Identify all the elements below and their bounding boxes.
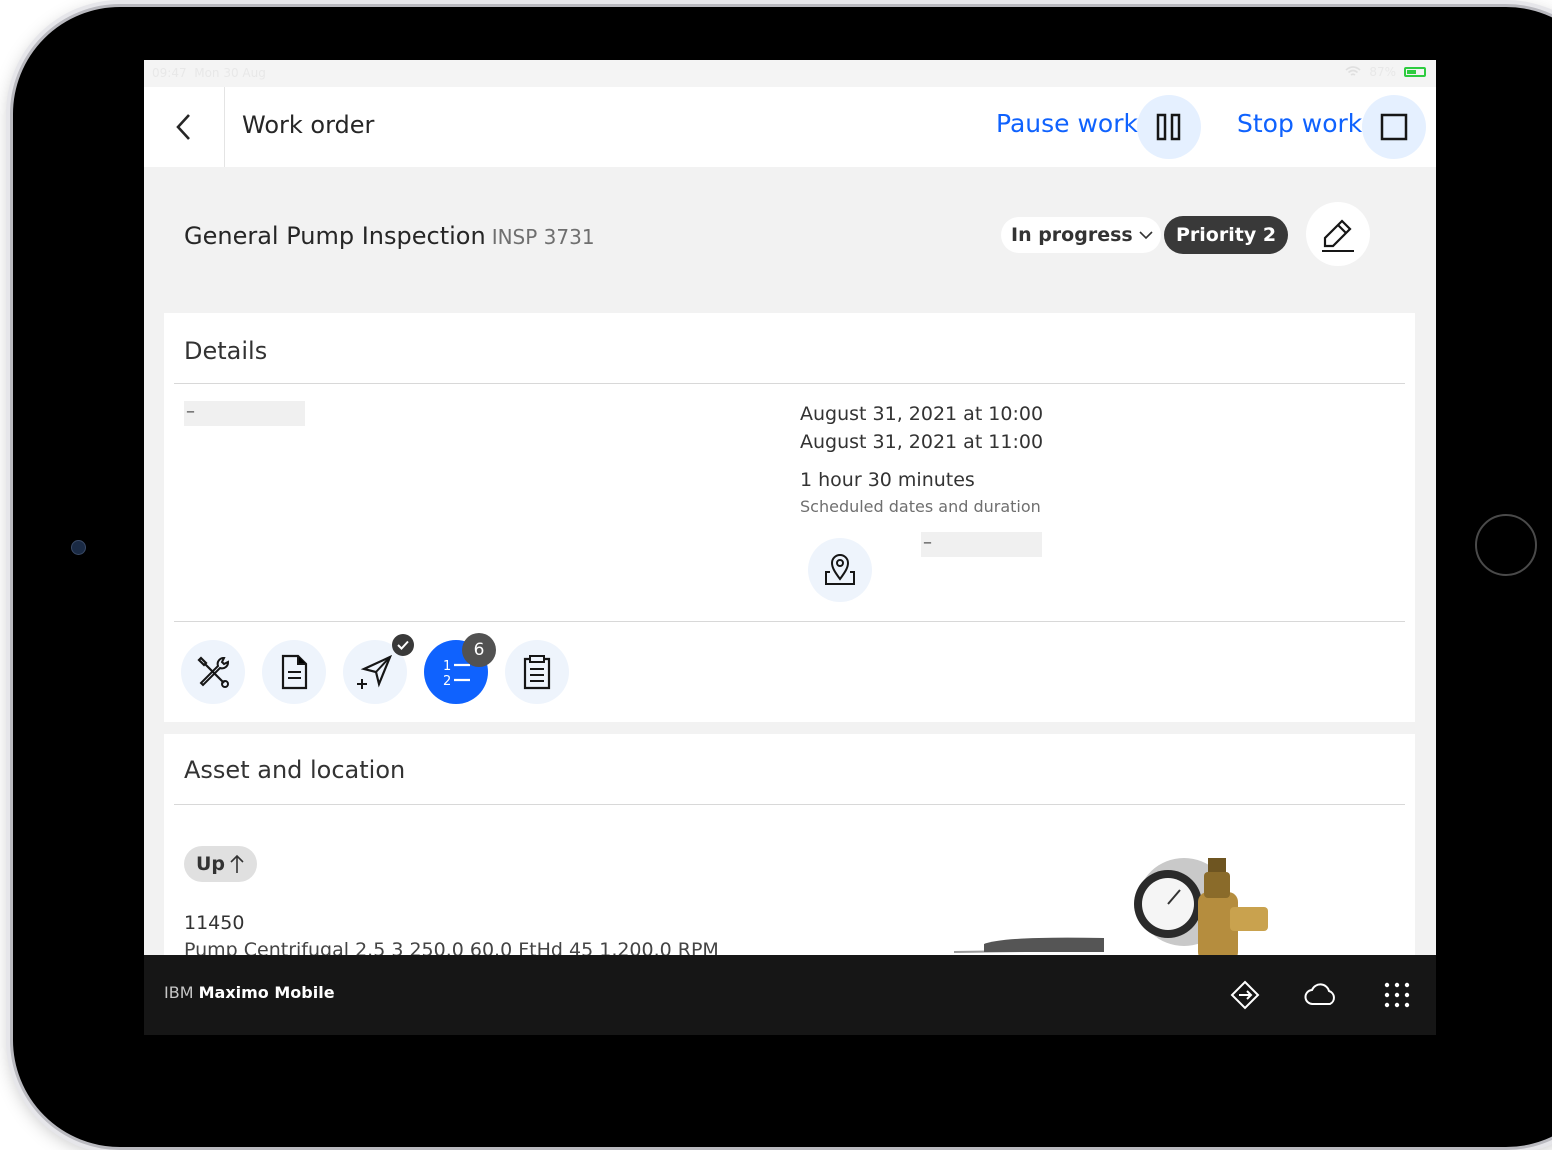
schedule-label: Scheduled dates and duration [800, 497, 1041, 516]
pause-work-button[interactable] [1137, 95, 1201, 159]
details-card: Details – August 31, 2021 at 10:00 Augus… [164, 313, 1415, 722]
bottom-bar: IBM Maximo Mobile [144, 955, 1436, 1035]
app-switcher-button[interactable] [1377, 975, 1417, 1015]
pump-image [954, 858, 1268, 962]
reports-button[interactable] [505, 640, 569, 704]
edit-button[interactable] [1306, 202, 1370, 266]
send-location-icon [357, 654, 393, 689]
status-bar: 09:47 Mon 30 Aug 87% [144, 60, 1436, 87]
front-camera [71, 540, 86, 555]
work-order-id: INSP 3731 [491, 225, 595, 249]
status-label: In progress [1011, 224, 1133, 246]
pause-icon [1156, 113, 1181, 141]
navigation-diamond-icon [1230, 980, 1260, 1010]
description-field[interactable]: – [184, 401, 305, 426]
tasks-count-badge: 6 [462, 633, 496, 667]
app-screen: 09:47 Mon 30 Aug 87% Work order Pause wo… [144, 60, 1436, 1035]
status-time: 09:47 [152, 66, 187, 80]
home-button[interactable] [1475, 514, 1537, 576]
page-title: Work order [242, 111, 375, 139]
map-location-button[interactable] [808, 538, 872, 602]
completed-check-icon [392, 634, 414, 656]
pause-work-link[interactable]: Pause work [996, 109, 1138, 138]
battery-percent: 87% [1369, 65, 1396, 79]
chevron-left-icon [176, 114, 190, 140]
wifi-icon [1345, 66, 1361, 76]
back-button[interactable] [144, 87, 225, 167]
tools-button[interactable] [181, 640, 245, 704]
work-order-title: General Pump Inspection [184, 222, 486, 250]
status-dropdown[interactable]: In progress [1001, 217, 1161, 253]
asset-number: 11450 [184, 912, 245, 934]
duration: 1 hour 30 minutes [800, 469, 975, 491]
battery-icon [1404, 67, 1426, 77]
document-icon [281, 654, 308, 690]
map-pin-icon [825, 554, 855, 585]
top-header: Work order Pause work Stop work [144, 87, 1436, 167]
cloud-icon [1304, 983, 1335, 1005]
start-date: August 31, 2021 at 10:00 [800, 403, 1044, 425]
stop-work-link[interactable]: Stop work [1237, 109, 1362, 138]
sync-cloud-button[interactable] [1301, 975, 1341, 1015]
svg-text:1: 1 [443, 659, 451, 674]
app-brand: IBM Maximo Mobile [164, 983, 335, 1002]
arrow-up-icon [230, 854, 244, 873]
end-date: August 31, 2021 at 11:00 [800, 431, 1044, 453]
clipboard-icon [523, 655, 551, 690]
documents-button[interactable] [262, 640, 326, 704]
grid-icon [1384, 982, 1410, 1008]
svg-text:2: 2 [443, 674, 451, 689]
details-title: Details [184, 337, 268, 365]
asset-status-label: Up [196, 853, 226, 875]
navigation-button[interactable] [1225, 975, 1265, 1015]
priority-badge: Priority 2 [1164, 216, 1289, 254]
asset-card: Asset and location Up 11450 Pump Centrif… [164, 734, 1415, 964]
chevron-down-icon [1139, 231, 1153, 240]
location-field[interactable]: – [921, 532, 1042, 557]
stop-icon [1380, 113, 1408, 141]
edit-pencil-icon [1322, 219, 1354, 252]
asset-title: Asset and location [184, 756, 406, 784]
status-date: Mon 30 Aug [194, 66, 266, 80]
work-order-heading: General Pump Inspection INSP 3731 [184, 222, 595, 250]
tools-icon [197, 656, 229, 688]
stop-work-button[interactable] [1362, 95, 1426, 159]
asset-status-tag: Up [184, 846, 258, 882]
